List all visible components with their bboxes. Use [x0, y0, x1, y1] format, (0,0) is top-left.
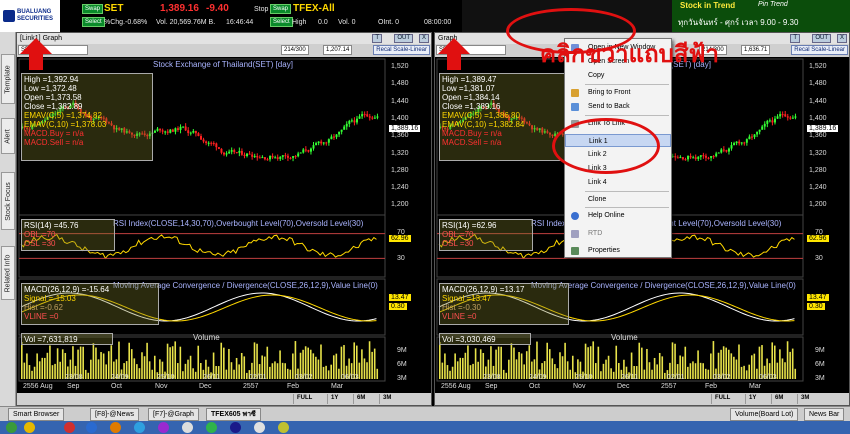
- app-icon[interactable]: [158, 422, 169, 433]
- app-icon[interactable]: [230, 422, 241, 433]
- tab-graph[interactable]: [F7]-@Graph: [148, 408, 199, 421]
- tab-news-bar[interactable]: News Bar: [804, 408, 845, 421]
- app-icon[interactable]: [64, 422, 75, 433]
- start-icon[interactable]: [6, 422, 17, 433]
- app-icon[interactable]: [86, 422, 97, 433]
- tab-tfex[interactable]: TFEX605 พาซี: [206, 408, 261, 421]
- os-taskbar: [0, 421, 850, 434]
- up-arrow-icon: [20, 38, 52, 70]
- bottom-tab-bar: Smart Browser [F8]-@News [F7]-@Graph TFE…: [0, 406, 850, 421]
- annotation-text: คลิกขวาแถบสีฟ้า: [540, 41, 720, 68]
- annotation-overlay: [20, 38, 470, 70]
- app-icon[interactable]: [110, 422, 121, 433]
- tab-news[interactable]: [F8]-@News: [90, 408, 139, 421]
- app-icon[interactable]: [254, 422, 265, 433]
- app-icon[interactable]: [134, 422, 145, 433]
- tab-volume-board-lot[interactable]: Volume(Board Lot): [730, 408, 799, 421]
- app-icon[interactable]: [24, 422, 35, 433]
- app-icon[interactable]: [182, 422, 193, 433]
- app-icon[interactable]: [278, 422, 289, 433]
- tab-smart-browser[interactable]: Smart Browser: [8, 408, 65, 421]
- up-arrow-icon: [438, 38, 470, 70]
- app-icon[interactable]: [206, 422, 217, 433]
- annotation-oval-links: [552, 118, 660, 174]
